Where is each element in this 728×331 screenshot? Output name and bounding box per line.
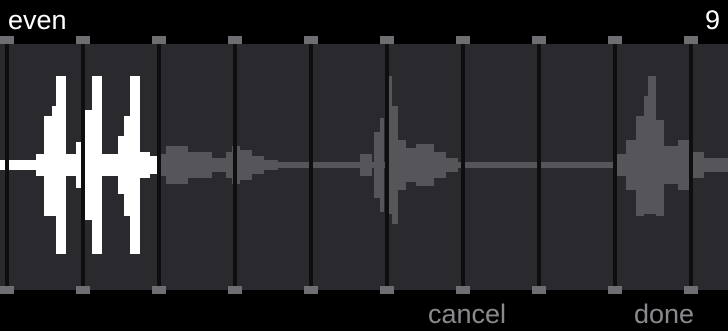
slice-handle-bottom[interactable] <box>532 286 546 294</box>
slice-handle-top[interactable] <box>304 36 318 44</box>
slice-divider[interactable] <box>613 44 617 290</box>
slice-handle-bottom[interactable] <box>456 286 470 294</box>
slice-handle-bottom[interactable] <box>380 286 394 294</box>
cancel-button[interactable]: cancel <box>428 298 506 330</box>
slice-handle-bottom[interactable] <box>152 286 166 294</box>
slice-handle-top[interactable] <box>380 36 394 44</box>
slice-mode-label[interactable]: even <box>8 4 67 36</box>
slice-handle-top[interactable] <box>76 36 90 44</box>
slice-handle-top[interactable] <box>0 36 14 44</box>
waveform-editor[interactable] <box>0 36 728 298</box>
slice-handle-bottom[interactable] <box>228 286 242 294</box>
slice-handle-top[interactable] <box>152 36 166 44</box>
slice-divider[interactable] <box>81 44 85 290</box>
slice-handle-top[interactable] <box>456 36 470 44</box>
slice-divider[interactable] <box>309 44 313 290</box>
slice-handle-top[interactable] <box>532 36 546 44</box>
slice-count: 9 <box>704 5 720 35</box>
slice-handle-bottom[interactable] <box>76 286 90 294</box>
slice-handle-top[interactable] <box>684 36 698 44</box>
slice-divider[interactable] <box>157 44 161 290</box>
slice-divider[interactable] <box>385 44 389 290</box>
done-button[interactable]: done <box>634 298 694 330</box>
slice-handle-bottom[interactable] <box>0 286 14 294</box>
slice-divider[interactable] <box>537 44 541 290</box>
slice-handle-top[interactable] <box>228 36 242 44</box>
slice-handle-top[interactable] <box>608 36 622 44</box>
slice-handle-bottom[interactable] <box>608 286 622 294</box>
slice-handle-bottom[interactable] <box>304 286 318 294</box>
slice-handle-bottom[interactable] <box>684 286 698 294</box>
slice-divider[interactable] <box>233 44 237 290</box>
slice-divider[interactable] <box>461 44 465 290</box>
slice-divider[interactable] <box>689 44 693 290</box>
slice-divider[interactable] <box>5 44 9 290</box>
